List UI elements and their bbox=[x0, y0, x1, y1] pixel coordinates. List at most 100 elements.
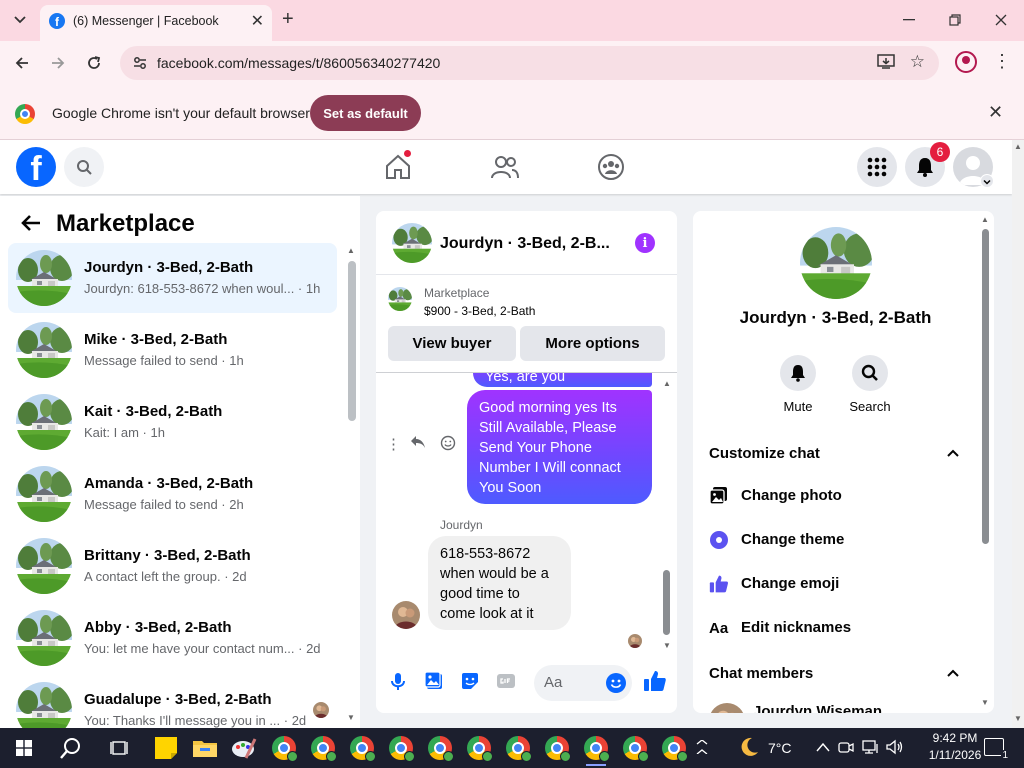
reply-icon[interactable] bbox=[410, 435, 426, 453]
conversation-item[interactable]: Amanda · 3-Bed, 2-Bath Message failed to … bbox=[8, 459, 337, 529]
chat-members-heading[interactable]: Chat members bbox=[709, 665, 813, 682]
mute-button[interactable]: Mute bbox=[768, 355, 828, 414]
react-emoji-icon[interactable] bbox=[440, 435, 456, 455]
gif-icon[interactable] bbox=[496, 671, 516, 691]
more-menu-icon[interactable]: ⋮ bbox=[992, 51, 1012, 72]
address-bar[interactable]: facebook.com/messages/t/860056340277420 … bbox=[120, 46, 939, 80]
info-icon[interactable]: i bbox=[635, 233, 655, 253]
chrome-taskbar-icon[interactable] bbox=[582, 734, 610, 766]
menu-button[interactable] bbox=[857, 147, 897, 187]
friends-icon[interactable] bbox=[490, 152, 520, 182]
tray-overflow-icon[interactable] bbox=[816, 740, 830, 755]
page-scroll-up-icon[interactable]: ▲ bbox=[1014, 142, 1022, 151]
chrome-taskbar-icon[interactable] bbox=[660, 734, 688, 762]
search-in-chat-button[interactable]: Search bbox=[840, 355, 900, 414]
chrome-taskbar-icon[interactable] bbox=[387, 734, 415, 762]
windows-start-icon[interactable] bbox=[16, 740, 32, 756]
chevron-up-icon[interactable] bbox=[946, 666, 960, 680]
tab-search-icon[interactable] bbox=[8, 8, 32, 32]
clock-time[interactable]: 9:42 PM bbox=[920, 731, 990, 745]
listing-thumbnail[interactable] bbox=[388, 287, 412, 311]
bookmark-star-icon[interactable]: ☆ bbox=[910, 52, 925, 72]
emoji-icon[interactable] bbox=[606, 673, 626, 693]
chat-avatar[interactable] bbox=[392, 223, 432, 263]
paint-app-icon[interactable] bbox=[230, 734, 258, 762]
info-scroll-up-icon[interactable]: ▲ bbox=[981, 215, 989, 224]
conversation-item[interactable]: Mike · 3-Bed, 2-Bath Message failed to se… bbox=[8, 315, 337, 385]
conversation-item[interactable]: Abby · 3-Bed, 2-Bath You: let me have you… bbox=[8, 603, 337, 673]
groups-icon[interactable] bbox=[596, 152, 626, 182]
conversation-item[interactable]: Jourdyn · 3-Bed, 2-Bath Jourdyn: 618-553-… bbox=[8, 243, 337, 313]
volume-icon[interactable] bbox=[886, 739, 904, 758]
conversation-item[interactable]: Guadalupe · 3-Bed, 2-Bath You: Thanks I'l… bbox=[8, 675, 337, 728]
facebook-logo-icon[interactable]: f bbox=[16, 147, 56, 187]
chrome-taskbar-icon[interactable] bbox=[504, 734, 532, 762]
chrome-taskbar-icon[interactable] bbox=[426, 734, 454, 762]
profile-icon[interactable] bbox=[955, 51, 977, 73]
outgoing-message[interactable]: Good morning yes Its Still Available, Pl… bbox=[467, 390, 652, 504]
back-arrow-icon[interactable] bbox=[21, 212, 41, 238]
sticky-notes-icon[interactable] bbox=[152, 734, 180, 762]
minimize-button[interactable] bbox=[894, 6, 924, 34]
clock-date[interactable]: 1/11/2026 bbox=[920, 748, 990, 762]
reload-button[interactable] bbox=[82, 51, 106, 75]
customize-chat-heading[interactable]: Customize chat bbox=[709, 445, 820, 462]
taskbar-search-icon[interactable] bbox=[58, 735, 84, 761]
contact-avatar[interactable] bbox=[800, 227, 872, 299]
tab-close-icon[interactable]: ✕ bbox=[251, 11, 264, 31]
notification-center-icon[interactable]: 1 bbox=[984, 738, 1009, 761]
site-info-icon[interactable] bbox=[132, 55, 148, 71]
page-scrollbar[interactable]: ▲ ▼ bbox=[1012, 140, 1024, 728]
sticker-icon[interactable] bbox=[460, 671, 480, 691]
page-scroll-down-icon[interactable]: ▼ bbox=[1014, 714, 1022, 723]
like-thumb-icon[interactable] bbox=[643, 669, 667, 693]
scroll-up-icon[interactable]: ▲ bbox=[347, 246, 355, 255]
more-options-button[interactable]: More options bbox=[520, 326, 665, 361]
forward-button[interactable] bbox=[46, 51, 70, 75]
file-explorer-icon[interactable] bbox=[191, 734, 219, 762]
chevron-up-icon[interactable] bbox=[946, 446, 960, 460]
view-buyer-button[interactable]: View buyer bbox=[388, 326, 516, 361]
message-input[interactable]: Aa bbox=[534, 665, 632, 701]
task-view-icon[interactable] bbox=[110, 739, 128, 757]
chrome-taskbar-icon[interactable] bbox=[309, 734, 337, 762]
chevron-up-icon[interactable] bbox=[696, 739, 708, 757]
restore-button[interactable] bbox=[940, 6, 970, 34]
tab-title: (6) Messenger | Facebook bbox=[73, 14, 219, 28]
chrome-taskbar-icon[interactable] bbox=[543, 734, 571, 762]
conversation-item[interactable]: Kait · 3-Bed, 2-Bath Kait: I am · 1h bbox=[8, 387, 337, 457]
incoming-message[interactable]: 618-553-8672 when would be a good time t… bbox=[428, 536, 571, 630]
chrome-taskbar-icon[interactable] bbox=[465, 734, 493, 762]
sender-avatar[interactable] bbox=[392, 601, 420, 629]
chrome-taskbar-icon[interactable] bbox=[348, 734, 376, 762]
chrome-taskbar-icon[interactable] bbox=[270, 734, 298, 762]
meet-now-icon[interactable] bbox=[838, 739, 854, 758]
info-scroll-down-icon[interactable]: ▼ bbox=[981, 698, 989, 707]
network-icon[interactable] bbox=[862, 739, 880, 758]
back-button[interactable] bbox=[10, 51, 34, 75]
new-tab-button[interactable]: + bbox=[282, 8, 294, 30]
scroll-down-icon[interactable]: ▼ bbox=[347, 713, 355, 722]
photo-icon[interactable] bbox=[424, 671, 444, 691]
facebook-search-button[interactable] bbox=[64, 147, 104, 187]
browser-tab[interactable]: f (6) Messenger | Facebook ✕ bbox=[40, 5, 272, 41]
weather-temperature[interactable]: 7°C bbox=[768, 740, 792, 756]
install-app-icon[interactable] bbox=[877, 54, 895, 74]
chat-scroll-down-icon[interactable]: ▼ bbox=[663, 641, 671, 650]
conversation-item[interactable]: Brittany · 3-Bed, 2-Bath A contact left t… bbox=[8, 531, 337, 601]
conversation-scrollbar[interactable] bbox=[348, 261, 356, 421]
microphone-icon[interactable] bbox=[388, 671, 408, 691]
member-avatar bbox=[709, 703, 745, 713]
close-window-button[interactable] bbox=[986, 6, 1016, 34]
chat-scrollbar[interactable] bbox=[663, 570, 670, 635]
chat-title[interactable]: Jourdyn · 3-Bed, 2-B... bbox=[440, 235, 615, 253]
outgoing-message-partial[interactable]: Yes, are you interested? bbox=[473, 373, 652, 405]
set-as-default-button[interactable]: Set as default bbox=[310, 95, 421, 131]
more-icon[interactable]: ⋮ bbox=[386, 435, 401, 453]
infobar-close-icon[interactable]: ✕ bbox=[988, 102, 1003, 123]
account-chevron-icon[interactable] bbox=[980, 174, 994, 188]
weather-moon-icon[interactable] bbox=[738, 736, 760, 761]
chrome-taskbar-icon[interactable] bbox=[621, 734, 649, 762]
info-scrollbar[interactable] bbox=[982, 229, 989, 544]
chat-scroll-up-icon[interactable]: ▲ bbox=[663, 379, 671, 388]
